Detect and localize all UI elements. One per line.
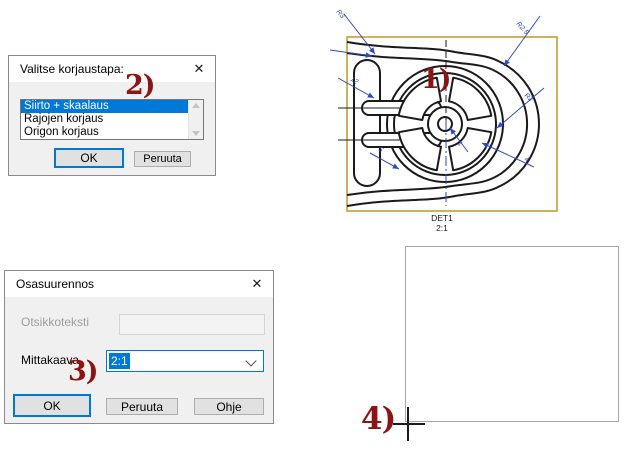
scale-combobox[interactable]: 2:1 — [106, 350, 264, 372]
step-label-4: 4) — [361, 404, 395, 435]
tutorial-page: Valitse korjaustapa: ✕ Siirto + skaalaus… — [0, 0, 628, 451]
placement-rectangle — [405, 246, 619, 422]
dialog-title: Valitse korjaustapa: — [9, 62, 124, 76]
cancel-button[interactable]: Peruuta — [134, 151, 191, 167]
step-label-2: 2) — [125, 72, 155, 99]
detail-dialog-titlebar: Osasuurennos — [5, 271, 273, 297]
step-label-3: 3) — [68, 358, 98, 385]
ok-button[interactable]: OK — [54, 148, 124, 168]
close-icon[interactable]: ✕ — [183, 56, 215, 82]
cancel-button[interactable]: Peruuta — [106, 398, 178, 415]
crosshair-cursor — [393, 423, 425, 425]
hub-bore — [438, 117, 452, 131]
repair-options-list: Siirto + skaalaus Rajojen korjaus Origon… — [20, 99, 204, 140]
list-option-rajojen-korjaus[interactable]: Rajojen korjaus — [21, 113, 190, 126]
ok-button[interactable]: OK — [13, 394, 91, 417]
crosshair-cursor — [407, 407, 409, 441]
list-option-siirto-skaalaus[interactable]: Siirto + skaalaus — [21, 100, 190, 113]
dialog-title: Osasuurennos — [5, 277, 94, 291]
drawing-caption-name: DET1 — [431, 213, 453, 223]
detail-view-dialog: Osasuurennos ✕ Otsikkoteksti Mittakaava … — [4, 270, 274, 424]
scroll-down-icon[interactable] — [192, 131, 200, 136]
chevron-down-icon[interactable] — [245, 355, 256, 366]
step-label-1: 1) — [421, 66, 451, 93]
combobox-value: 2:1 — [109, 353, 130, 369]
list-scrollbar[interactable] — [188, 100, 203, 139]
close-icon[interactable]: ✕ — [241, 271, 273, 297]
detail-view-drawing: R3 12 R2.5 R2 5 1 4 DET1 2:1 — [330, 0, 570, 232]
dim-label-r3: R3 — [335, 9, 346, 20]
title-text-input — [119, 314, 265, 335]
drawing-caption-scale: 2:1 — [436, 223, 448, 232]
help-button[interactable]: Ohje — [194, 398, 264, 415]
repair-method-dialog: Valitse korjaustapa: ✕ Siirto + skaalaus… — [8, 55, 216, 176]
list-option-origon-korjaus[interactable]: Origon korjaus — [21, 126, 190, 139]
title-text-label: Otsikkoteksti — [21, 312, 89, 332]
scroll-up-icon[interactable] — [192, 103, 200, 108]
